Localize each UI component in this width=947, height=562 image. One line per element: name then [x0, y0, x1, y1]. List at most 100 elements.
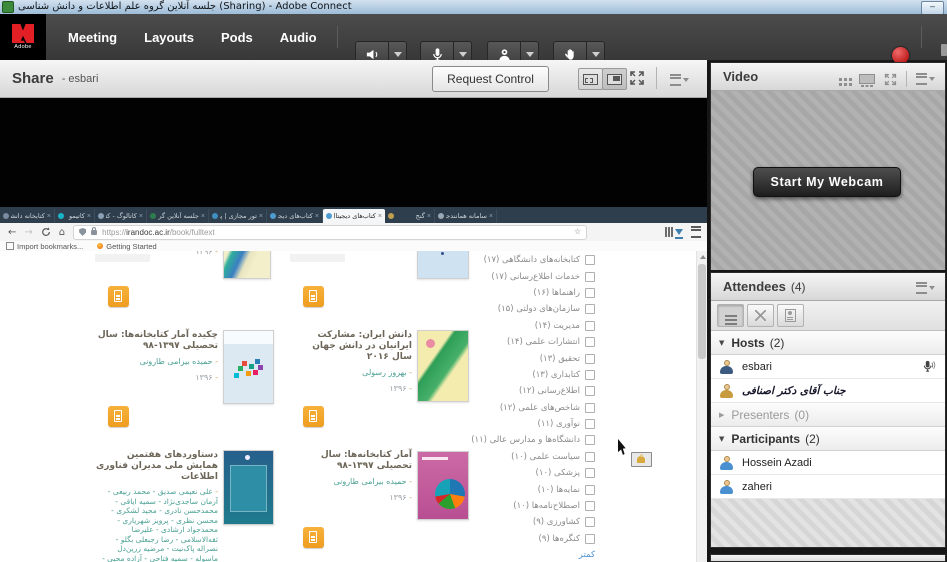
- checkbox-icon[interactable]: [585, 304, 595, 314]
- share-pod-menu-button[interactable]: [670, 74, 689, 86]
- checkbox-icon[interactable]: [585, 370, 595, 380]
- browser-tab[interactable]: کاتالوگ - کتابیار×: [95, 209, 147, 223]
- category-filter[interactable]: کتابخانه‌های دانشگاهی (۱۷): [470, 252, 595, 268]
- checkbox-icon[interactable]: [585, 419, 595, 429]
- hosts-group-header[interactable]: ▼ Hosts (2): [711, 331, 945, 355]
- checkbox-icon[interactable]: [585, 386, 595, 396]
- browser-tab[interactable]: کتاب‌های دیجیتال ایران×: [323, 209, 385, 223]
- checkbox-icon[interactable]: [585, 534, 595, 544]
- browser-tab[interactable]: گنج×: [385, 209, 435, 223]
- tab-close-icon[interactable]: ×: [315, 213, 319, 220]
- pdf-download-icon[interactable]: [108, 286, 129, 307]
- category-filter[interactable]: شاخص‌های علمی (۱۲): [470, 400, 595, 416]
- menu-pods[interactable]: Pods: [221, 30, 253, 45]
- show-less-link[interactable]: کمتر: [545, 550, 595, 560]
- checkbox-icon[interactable]: [585, 337, 595, 347]
- back-icon[interactable]: ←: [8, 227, 16, 238]
- share-view-toggle-filled[interactable]: [602, 68, 627, 90]
- checkbox-icon[interactable]: [585, 485, 595, 495]
- grid-view-icon[interactable]: [839, 78, 842, 81]
- book-cover[interactable]: [417, 451, 469, 520]
- browser-tab[interactable]: کاتیمو×: [55, 209, 95, 223]
- fullscreen-icon[interactable]: [884, 73, 897, 86]
- tab-close-icon[interactable]: ×: [139, 213, 143, 220]
- checkbox-icon[interactable]: [585, 288, 595, 298]
- tab-close-icon[interactable]: ×: [378, 213, 382, 220]
- category-filter[interactable]: پزشکی (۱۰): [470, 465, 595, 481]
- attendee-list-view-button[interactable]: [717, 304, 744, 327]
- tab-close-icon[interactable]: ×: [259, 213, 263, 220]
- reload-icon[interactable]: [41, 227, 51, 237]
- url-bar[interactable]: https://irandoc.ac.ir/book/fulltext ☆: [73, 225, 587, 240]
- category-filter[interactable]: دانشگاه‌ها و مدارس عالی (۱۱): [470, 432, 595, 448]
- category-filter[interactable]: تحقیق (۱۳): [470, 350, 595, 366]
- download-icon[interactable]: [675, 229, 683, 235]
- category-filter[interactable]: راهنماها (۱۶): [470, 285, 595, 301]
- pdf-download-icon[interactable]: [303, 286, 324, 307]
- scroll-up-icon[interactable]: [700, 255, 706, 259]
- page-scrollbar[interactable]: [696, 251, 707, 562]
- attendee-row[interactable]: esbari: [711, 355, 945, 379]
- browser-tab[interactable]: جلسه آنلاین گروه علم×: [147, 209, 209, 223]
- browser-tab[interactable]: سامانه همانندجو×: [435, 209, 497, 223]
- category-filter[interactable]: خدمات اطلاع‌رسانی (۱۷): [470, 268, 595, 284]
- category-filter[interactable]: کنگره‌ها (۹): [470, 531, 595, 547]
- book-title[interactable]: آمار کتابخانه‌ها: سال تحصیلی ۱۳۹۷-۹۸: [290, 450, 412, 472]
- browser-menu-icon[interactable]: [691, 226, 701, 238]
- book-title[interactable]: دانش ایران: مشارکت ایرانیان در دانش جهان…: [290, 330, 412, 363]
- tab-close-icon[interactable]: ×: [201, 213, 205, 220]
- filmstrip-view-icon[interactable]: [859, 74, 875, 84]
- tab-close-icon[interactable]: ×: [427, 213, 431, 220]
- scrollbar-thumb[interactable]: [698, 264, 706, 359]
- category-filter[interactable]: کتابداری (۱۳): [470, 367, 595, 383]
- category-filter[interactable]: اطلاع‌رسانی (۱۲): [470, 383, 595, 399]
- participants-group-header[interactable]: ▼ Participants (2): [711, 427, 945, 451]
- checkbox-icon[interactable]: [585, 501, 595, 511]
- start-webcam-button[interactable]: Start My Webcam: [753, 167, 901, 197]
- book-title[interactable]: چکیده آمار کتابخانه‌ها: سال تحصیلی ۱۳۹۷-…: [95, 330, 218, 352]
- bookmark-import[interactable]: Import bookmarks...: [17, 242, 83, 251]
- window-minimize-button[interactable]: –: [921, 1, 944, 15]
- share-view-toggle-windowed[interactable]: [578, 68, 603, 90]
- browser-tab[interactable]: کتابخانه دانشگاه شهید بهشتی×: [0, 209, 55, 223]
- video-pod-menu-button[interactable]: [916, 73, 935, 85]
- pdf-download-icon[interactable]: [303, 406, 324, 427]
- attendees-pod-menu-button[interactable]: [916, 282, 935, 294]
- menu-layouts[interactable]: Layouts: [144, 30, 194, 45]
- fullscreen-button[interactable]: [629, 70, 645, 91]
- pdf-download-icon[interactable]: [303, 527, 324, 548]
- pdf-download-icon[interactable]: [108, 406, 129, 427]
- bookmark-star-icon[interactable]: ☆: [574, 227, 581, 236]
- browser-tab[interactable]: کتاب‌های دیجیتال ایران×: [267, 209, 323, 223]
- category-filter[interactable]: سازمان‌های دولتی (۱۵): [470, 301, 595, 317]
- book-cover[interactable]: [223, 251, 271, 279]
- category-filter[interactable]: نمایه‌ها (۱۰): [470, 481, 595, 497]
- book-title[interactable]: دستاوردهای هفتمین همایش ملی مدیران فناور…: [95, 450, 218, 483]
- tracking-shield-icon[interactable]: [79, 228, 86, 236]
- book-cover[interactable]: [417, 330, 469, 402]
- checkbox-icon[interactable]: [585, 517, 595, 527]
- tab-close-icon[interactable]: ×: [489, 213, 493, 220]
- library-icon[interactable]: [665, 227, 667, 237]
- checkbox-icon[interactable]: [585, 255, 595, 265]
- menu-meeting[interactable]: Meeting: [68, 30, 117, 45]
- presenters-group-header[interactable]: ▶ Presenters (0): [711, 403, 945, 427]
- tab-close-icon[interactable]: ×: [47, 213, 51, 220]
- tab-close-icon[interactable]: ×: [87, 213, 91, 220]
- category-filter[interactable]: مدیریت (۱۴): [470, 318, 595, 334]
- checkbox-icon[interactable]: [585, 272, 595, 282]
- category-filter[interactable]: سیاست علمی (۱۰): [470, 449, 595, 465]
- checkbox-icon[interactable]: [585, 468, 595, 478]
- checkbox-icon[interactable]: [585, 354, 595, 364]
- book-cover[interactable]: [417, 251, 469, 279]
- breakout-view-button[interactable]: [747, 304, 774, 327]
- attendee-row[interactable]: Hossein Azadi: [711, 451, 945, 475]
- book-cover[interactable]: [223, 450, 274, 525]
- category-filter[interactable]: اصطلاح‌نامه‌ها (۱۰): [470, 498, 595, 514]
- checkbox-icon[interactable]: [585, 403, 595, 413]
- menu-audio[interactable]: Audio: [280, 30, 317, 45]
- category-filter[interactable]: نوآوری (۱۱): [470, 416, 595, 432]
- home-icon[interactable]: ⌂: [59, 227, 65, 238]
- category-filter[interactable]: انتشارات علمی (۱۴): [470, 334, 595, 350]
- browser-tab[interactable]: تور مجازی | پژوهشگاه×: [209, 209, 267, 223]
